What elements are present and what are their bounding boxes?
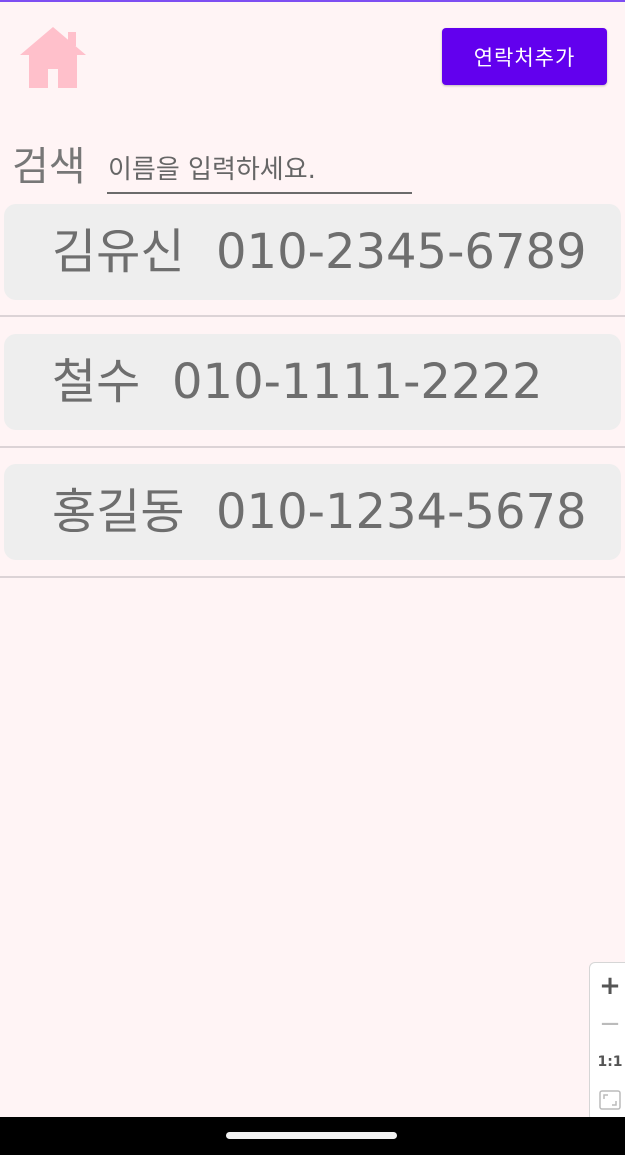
row-divider bbox=[0, 576, 625, 578]
contact-phone: 010-1234-5678 bbox=[216, 484, 587, 540]
add-contact-button[interactable]: 연락처추가 bbox=[442, 28, 607, 85]
zoom-in-button[interactable]: + bbox=[590, 967, 625, 1005]
row-divider bbox=[0, 315, 625, 317]
contact-phone: 010-2345-6789 bbox=[216, 224, 587, 280]
contact-name: 철수 bbox=[52, 354, 141, 410]
contact-row[interactable]: 철수 010-1111-2222 bbox=[4, 334, 621, 430]
contact-row[interactable]: 홍길동 010-1234-5678 bbox=[4, 464, 621, 560]
navigation-bar bbox=[0, 1117, 625, 1155]
row-divider bbox=[0, 446, 625, 448]
fit-screen-icon[interactable] bbox=[590, 1081, 625, 1119]
zoom-out-button[interactable]: − bbox=[590, 1005, 625, 1043]
home-gesture-handle[interactable] bbox=[226, 1132, 397, 1139]
search-input[interactable] bbox=[107, 148, 412, 194]
search-label: 검색 bbox=[12, 144, 86, 190]
zoom-controls: + − 1:1 bbox=[589, 962, 625, 1122]
contact-name: 홍길동 bbox=[52, 484, 185, 540]
contact-row[interactable]: 김유신 010-2345-6789 bbox=[4, 204, 621, 300]
home-icon[interactable] bbox=[18, 24, 88, 90]
status-accent-line bbox=[0, 0, 625, 2]
contact-name: 김유신 bbox=[52, 224, 185, 280]
actual-size-button[interactable]: 1:1 bbox=[590, 1043, 625, 1081]
contact-phone: 010-1111-2222 bbox=[172, 354, 543, 410]
